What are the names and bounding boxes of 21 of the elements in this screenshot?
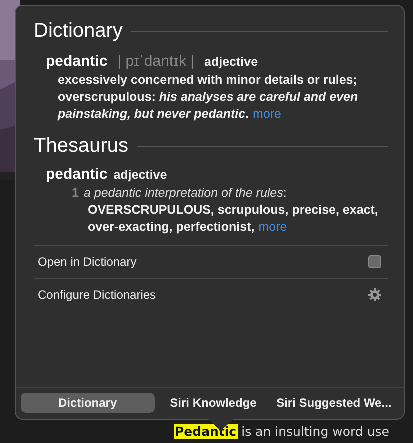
example: a pedantic interpretation of the rules: (84, 185, 287, 202)
more-link[interactable]: more (258, 220, 288, 234)
settings-icon (368, 288, 382, 302)
headword: pedantic (46, 53, 108, 70)
menu-item[interactable]: Open in Dictionary (38, 255, 137, 269)
section-title: Dictionary (34, 20, 123, 43)
tab[interactable]: Siri Knowledge (154, 393, 272, 413)
menu-item[interactable]: Configure Dictionaries (38, 288, 156, 302)
definition: excessively concerned with minor details or rules; overscrupulous: his analyses are careful and even painstaking, but never pedantic. more (58, 72, 360, 123)
more-link[interactable]: more (253, 107, 282, 121)
tab[interactable]: Siri Suggested We... (272, 393, 396, 413)
tab[interactable]: Dictionary (21, 393, 155, 413)
part-of-speech: adjective (204, 55, 258, 69)
highlighted-word: Pedantic (174, 424, 238, 438)
pronunciation: | pɪˈdantɪk | (118, 53, 195, 70)
headword: pedantic (46, 166, 108, 183)
part-of-speech: adjective (114, 168, 168, 182)
section-title: Thesaurus (34, 135, 128, 158)
sense-number: 1 (72, 185, 79, 202)
document-text: is an insulting word use (242, 424, 390, 438)
synonyms: OVERSCRUPULOUS, scrupulous, precise, exact, over-exacting, perfectionist, more (88, 202, 380, 236)
